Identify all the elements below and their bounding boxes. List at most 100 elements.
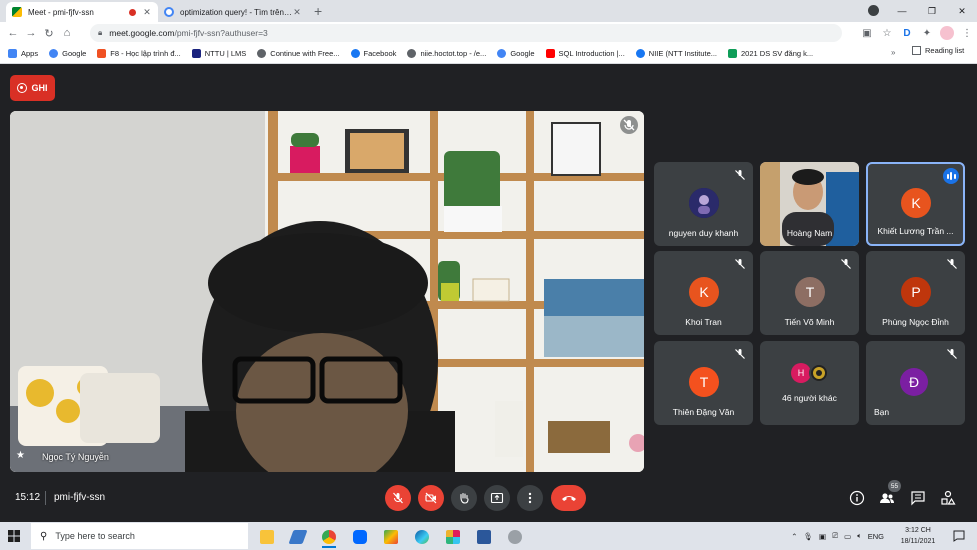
raise-hand-button[interactable] [451, 485, 477, 511]
window-close-icon[interactable]: ✕ [947, 6, 977, 17]
chrome-app[interactable] [317, 525, 341, 548]
zalo-app[interactable] [348, 525, 372, 548]
main-speaker-video[interactable] [10, 111, 644, 472]
camera-in-use-icon[interactable]: ▣ [857, 28, 877, 39]
unity-app[interactable] [503, 525, 527, 548]
bookmark-star-icon[interactable]: ☆ [877, 28, 897, 39]
present-screen-button[interactable] [484, 485, 510, 511]
activities-icon[interactable] [940, 490, 956, 506]
chat-icon[interactable] [910, 490, 926, 506]
avatar: T [795, 277, 825, 307]
participant-tile[interactable]: K Khoi Tran [654, 251, 753, 335]
tab-google-search[interactable]: optimization query! - Tìm trên Gi ✕ [158, 2, 308, 22]
tray-mic-icon[interactable]: 🎙︎ [804, 532, 814, 541]
word-icon [477, 529, 491, 544]
taskbar-clock[interactable]: 3:12 CH 18/11/2021 [893, 525, 943, 547]
bookmark-google[interactable]: Google [49, 49, 86, 58]
participant-tile[interactable]: P Phùng Ngọc Đỉnh [866, 251, 965, 335]
apps-grid-icon [8, 49, 17, 58]
file-explorer-app[interactable] [255, 525, 279, 548]
people-icon[interactable] [879, 490, 895, 506]
participant-name: Khiết Lương Trần ... [877, 226, 954, 236]
reload-icon[interactable]: ↻ [40, 27, 58, 40]
tray-volume-icon[interactable]: 🔈︎ [857, 531, 862, 541]
participant-tile[interactable]: Hoàng Nam [760, 162, 859, 246]
others-tile[interactable]: H 46 người khác [760, 341, 859, 425]
address-bar[interactable]: 🔒︎ meet.google.com/pmi-fjfv-ssn?authuser… [90, 24, 842, 42]
tray-overflow-icon[interactable]: ⌃ [791, 532, 797, 541]
clock-date: 18/11/2021 [900, 538, 936, 545]
search-icon: ⚲ [40, 530, 48, 542]
tray-camera-icon[interactable]: ▣ [819, 532, 826, 541]
reading-list-icon [912, 46, 921, 55]
tray-battery-icon[interactable]: ▭ [844, 532, 851, 541]
meeting-info-icon[interactable] [849, 490, 865, 506]
chrome-menu-icon[interactable]: ⋮ [957, 28, 977, 39]
more-options-button[interactable] [517, 485, 543, 511]
keyboard-language[interactable]: ENG [868, 532, 884, 541]
people-count-badge: 55 [888, 480, 901, 492]
bookmark-sql[interactable]: SQL Introduction |... [545, 49, 625, 58]
participant-tile[interactable]: nguyen duy khanh [654, 162, 753, 246]
self-tile[interactable]: Đ Bạn [866, 341, 965, 425]
mic-muted-icon [947, 349, 957, 359]
bookmark-nttu-lms[interactable]: NTTU | LMS [191, 49, 246, 58]
tray-network-icon[interactable]: ⎚ [832, 531, 838, 541]
close-tab-icon[interactable]: ✕ [142, 7, 152, 18]
bookmarks-overflow-icon[interactable]: » [891, 48, 895, 57]
taskbar-search-box[interactable]: ⚲ Type here to search [31, 523, 248, 549]
new-tab-icon[interactable]: + [314, 3, 322, 19]
participant-tile[interactable]: T Tiến Võ Minh [760, 251, 859, 335]
tab-title: Meet - pmi-fjfv-ssn [28, 7, 94, 17]
avatar: P [901, 277, 931, 307]
pen-app[interactable] [286, 525, 310, 548]
more-vert-icon [528, 492, 532, 504]
tab-search-icon[interactable] [868, 5, 879, 16]
camera-toggle-button[interactable] [418, 485, 444, 511]
participant-tile[interactable]: K Khiết Lương Trần ... [866, 162, 965, 246]
bookmark-apps[interactable]: Apps [8, 49, 38, 58]
pen-icon [288, 529, 308, 544]
restore-icon[interactable]: ❐ [917, 6, 947, 17]
meeting-clock: 15:12 [15, 492, 41, 503]
edge-app[interactable] [410, 525, 434, 548]
forward-icon[interactable]: → [22, 27, 40, 39]
pin-icon[interactable]: ★ [16, 450, 25, 461]
minimize-icon[interactable]: — [887, 6, 917, 16]
meeting-code: pmi-fjfv-ssn [54, 492, 106, 503]
extension-d-icon[interactable]: D [897, 28, 917, 39]
maps-app[interactable] [379, 525, 403, 548]
close-tab-icon[interactable]: ✕ [292, 7, 302, 18]
bookmark-f8[interactable]: F8 - Học lập trình đ... [97, 49, 181, 58]
bookmark-google-2[interactable]: Google [497, 49, 535, 58]
bookmark-ds-sv[interactable]: 2021 DS SV đăng k... [728, 49, 813, 58]
avatar: K [689, 277, 719, 307]
bookmark-niie-hoctot[interactable]: niie.hoctot.top - /e... [407, 49, 486, 58]
tab-meet[interactable]: Meet - pmi-fjfv-ssn ✕ [6, 2, 158, 22]
back-icon[interactable]: ← [4, 27, 22, 39]
extensions-puzzle-icon[interactable]: ✦ [917, 28, 937, 39]
profile-avatar[interactable] [940, 26, 954, 40]
bookmark-facebook[interactable]: Facebook [350, 49, 396, 58]
notification-center-icon[interactable] [953, 530, 965, 542]
google-icon [49, 49, 59, 58]
bookmark-niie[interactable]: NIIE (NTT Institute... [635, 49, 717, 58]
home-icon[interactable]: ⌂ [58, 27, 76, 39]
participant-name: Khoi Tran [685, 317, 722, 327]
slack-app[interactable] [441, 525, 465, 548]
word-app[interactable] [472, 525, 496, 548]
leave-call-button[interactable] [551, 485, 586, 511]
mic-muted-icon [735, 170, 745, 180]
speaker-video-frame [10, 111, 644, 472]
nttu-icon [191, 49, 201, 58]
camera-off-icon [425, 492, 437, 504]
reading-list-button[interactable]: Reading list [912, 46, 964, 55]
bookmark-continue[interactable]: Continue with Free... [257, 49, 340, 58]
folder-icon [260, 529, 274, 544]
avatar: H [791, 363, 811, 383]
windows-start-icon[interactable] [8, 530, 20, 542]
facebook-icon [350, 49, 360, 58]
mic-toggle-button[interactable] [385, 485, 411, 511]
participant-tile[interactable]: T Thiên Đặng Văn [654, 341, 753, 425]
recording-badge[interactable]: GHI [10, 75, 55, 101]
